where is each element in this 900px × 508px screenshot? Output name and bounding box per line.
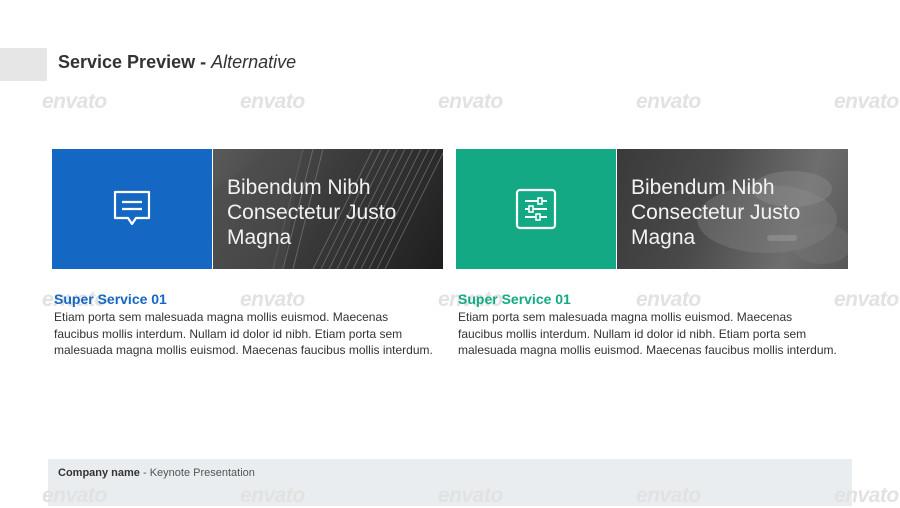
footer-company: Company name [58, 467, 140, 479]
sliders-icon [515, 188, 557, 230]
page-title: Service Preview - Alternative [58, 52, 296, 73]
footer-bar: Company name - Keynote Presentation [48, 459, 852, 506]
watermark-row: envato envato envato envato envato [0, 90, 900, 114]
footer-text: Company name - Keynote Presentation [58, 467, 255, 479]
service-title-2: Super Service 01 [458, 291, 571, 307]
service-card-2: Bibendum Nibh Consectetur Justo Magna [456, 149, 848, 269]
service-icon-box-1 [52, 149, 212, 269]
service-photo-2: Bibendum Nibh Consectetur Justo Magna [617, 149, 848, 269]
footer-presentation: Keynote Presentation [149, 467, 255, 479]
envato-watermark: envato [834, 288, 899, 311]
service-banner-text-1: Bibendum Nibh Consectetur Justo Magna [227, 176, 397, 249]
envato-watermark: envato [42, 90, 107, 113]
service-icon-box-2 [456, 149, 616, 269]
service-description-1: Etiam porta sem malesuada magna mollis e… [54, 310, 433, 357]
envato-watermark: envato [438, 90, 503, 113]
title-tab-accent [0, 48, 47, 81]
title-separator: - [195, 52, 212, 72]
footer-separator: - [139, 467, 150, 479]
envato-watermark: envato [240, 90, 305, 113]
envato-watermark: envato [834, 90, 899, 113]
title-main: Service Preview [58, 52, 196, 72]
chat-bubble-icon [113, 190, 151, 226]
service-card-1: Bibendum Nibh Consectetur Justo Magna [52, 149, 443, 269]
service-title-1: Super Service 01 [54, 291, 167, 307]
title-subtitle: Alternative [211, 52, 297, 72]
service-description-2: Etiam porta sem malesuada magna mollis e… [458, 310, 837, 357]
envato-watermark: envato [636, 90, 701, 113]
service-banner-text-2: Bibendum Nibh Consectetur Justo Magna [631, 176, 801, 249]
service-photo-1: Bibendum Nibh Consectetur Justo Magna [213, 149, 443, 269]
